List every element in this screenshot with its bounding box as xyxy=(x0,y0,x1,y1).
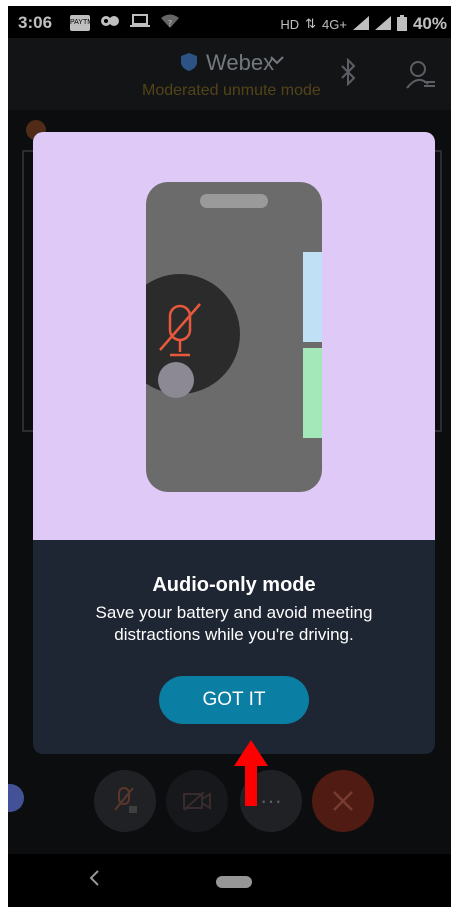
phone-illustration xyxy=(146,182,322,492)
phone-notch xyxy=(200,194,268,208)
video-strip-blue xyxy=(303,252,322,342)
phone-screen: 3:06 PAYTM ? HD ⇅ 4G+ 40% Webex Moderate… xyxy=(8,6,451,907)
audio-only-illustration xyxy=(33,132,435,540)
dialog-title: Audio-only mode xyxy=(152,574,316,596)
arrow-up-icon xyxy=(234,740,268,806)
muted-mic-icon xyxy=(159,303,201,357)
dialog-message: Save your battery and avoid meeting dist… xyxy=(95,603,373,644)
got-it-button[interactable]: GOT IT xyxy=(159,676,309,724)
audio-only-dialog: Audio-only mode Save your battery and av… xyxy=(33,132,435,754)
video-strip-green xyxy=(303,348,322,438)
